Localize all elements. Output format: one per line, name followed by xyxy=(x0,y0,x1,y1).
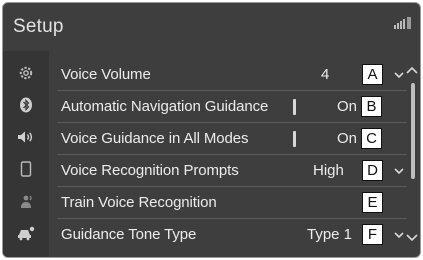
setting-row-auto-navigation-guidance[interactable]: Automatic Navigation Guidance On B xyxy=(49,91,407,123)
sidebar xyxy=(3,51,49,257)
chevron-down-icon xyxy=(394,168,404,175)
gear-icon[interactable] xyxy=(16,63,36,83)
toggle-indicator xyxy=(293,99,296,115)
setting-value: On xyxy=(337,130,358,147)
setting-label: Guidance Tone Type xyxy=(61,226,197,243)
chevron-down-icon xyxy=(394,232,404,239)
setting-label: Voice Recognition Prompts xyxy=(61,162,239,179)
callout-label: C xyxy=(361,128,382,149)
setting-label: Automatic Navigation Guidance xyxy=(61,98,269,115)
setting-value: High xyxy=(313,162,344,179)
screen: Setup Voice Volume 4 A Automatic Navigat… xyxy=(0,0,423,260)
signal-icon xyxy=(394,17,411,29)
setting-row-voice-guidance-all-modes[interactable]: Voice Guidance in All Modes On C xyxy=(49,123,407,155)
setting-label: Voice Volume xyxy=(61,66,151,83)
car-icon[interactable] xyxy=(16,223,36,243)
scrollbar-thumb[interactable] xyxy=(411,83,415,179)
setting-label: Voice Guidance in All Modes xyxy=(61,130,249,147)
setup-panel: Setup Voice Volume 4 A Automatic Navigat… xyxy=(2,2,421,258)
setting-row-voice-volume[interactable]: Voice Volume 4 A xyxy=(49,59,407,91)
setting-row-voice-recognition-prompts[interactable]: Voice Recognition Prompts High D xyxy=(49,155,407,187)
callout-label: E xyxy=(362,192,383,213)
chevron-up-icon[interactable] xyxy=(405,65,419,75)
callout-label: B xyxy=(361,96,382,117)
chevron-down-icon[interactable] xyxy=(405,233,419,243)
setting-value: 4 xyxy=(321,66,330,83)
setting-value: On xyxy=(337,98,358,115)
speaker-icon[interactable] xyxy=(16,127,36,147)
page-title: Setup xyxy=(13,16,64,37)
callout-label: A xyxy=(362,64,383,85)
chevron-down-icon xyxy=(394,72,404,79)
callout-label: D xyxy=(362,160,383,181)
setting-row-train-voice-recognition[interactable]: Train Voice Recognition E xyxy=(49,187,407,219)
setting-value: Type 1 xyxy=(307,226,353,243)
setting-label: Train Voice Recognition xyxy=(61,194,217,211)
setting-row-guidance-tone-type[interactable]: Guidance Tone Type Type 1 F xyxy=(49,219,407,251)
phone-icon[interactable] xyxy=(16,159,36,179)
callout-label: F xyxy=(362,224,383,245)
bluetooth-icon[interactable] xyxy=(16,95,36,115)
toggle-indicator xyxy=(293,131,296,147)
voice-icon[interactable] xyxy=(16,191,36,211)
